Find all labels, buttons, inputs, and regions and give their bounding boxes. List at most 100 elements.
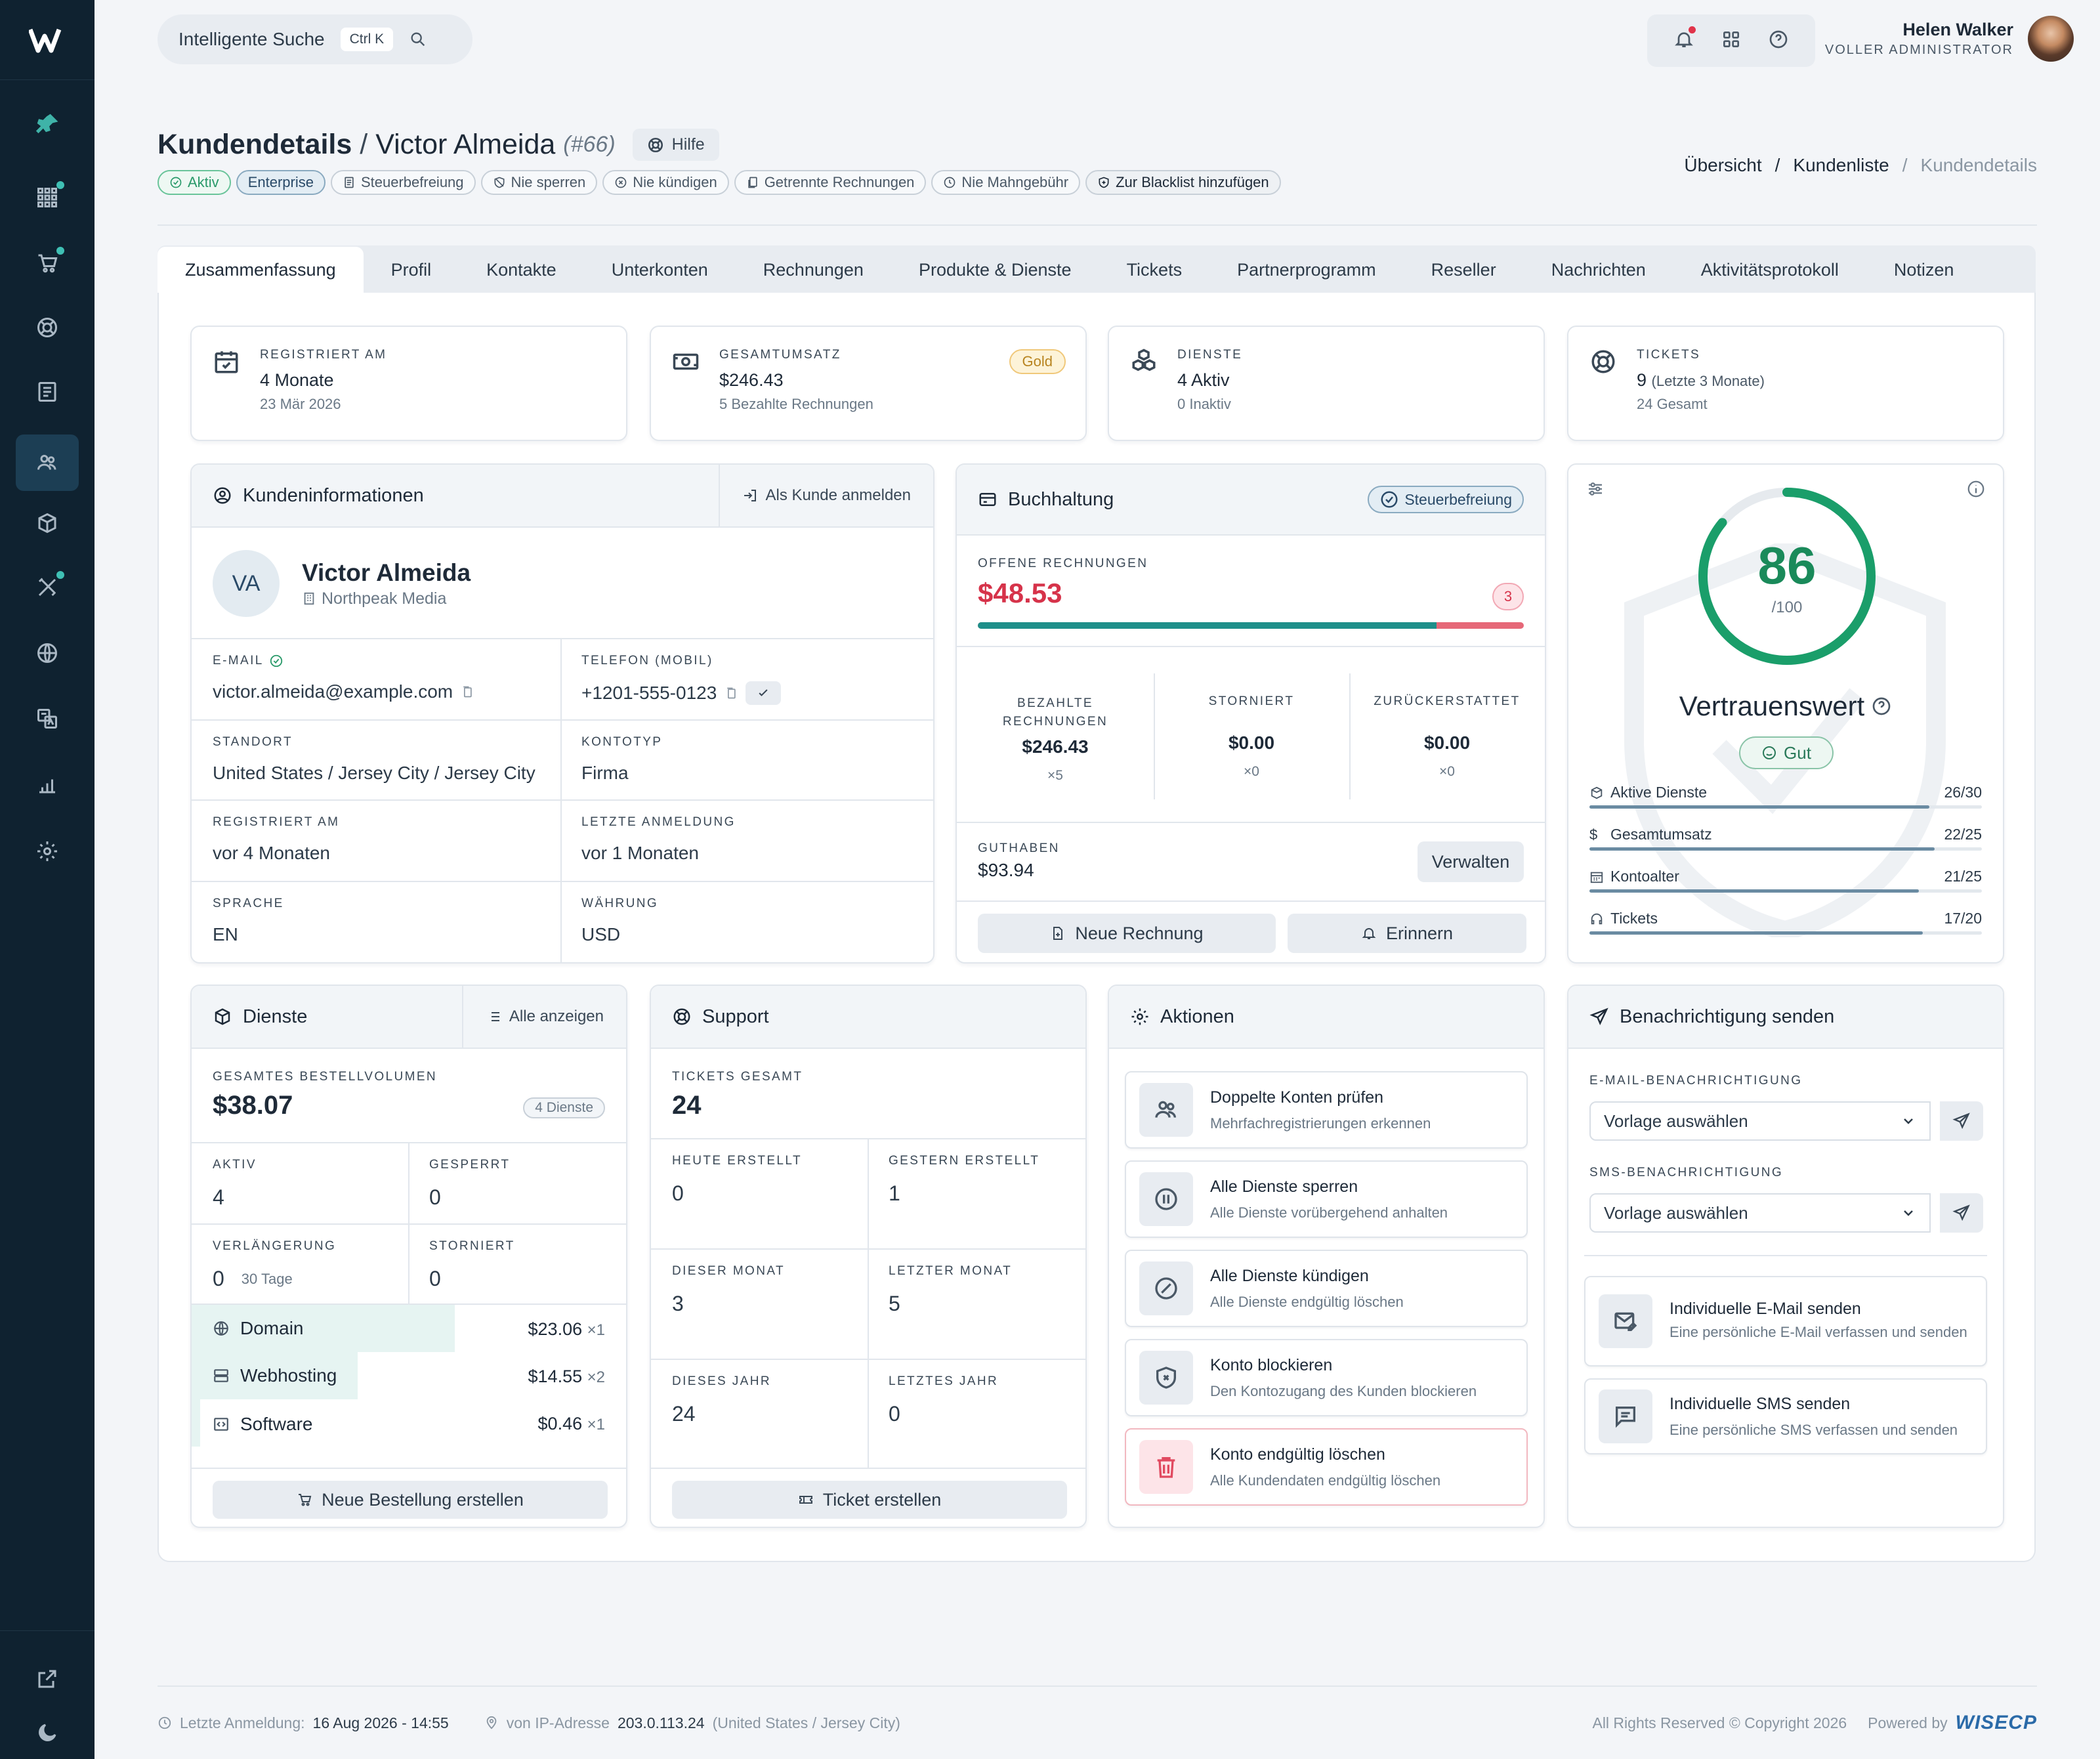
show-all-services-button[interactable]: Alle anzeigen — [461, 986, 626, 1048]
card-title: Dienste — [243, 1006, 308, 1027]
app-logo[interactable] — [0, 0, 94, 80]
tab-reseller[interactable]: Reseller — [1404, 247, 1524, 293]
add-to-blacklist-button[interactable]: Zur Blacklist hinzufügen — [1085, 170, 1281, 195]
dark-mode-moon-icon[interactable] — [16, 1705, 79, 1759]
box-icon[interactable] — [16, 495, 79, 551]
manage-credit-button[interactable]: Verwalten — [1418, 841, 1524, 882]
badge-never-suspend[interactable]: Nie sperren — [480, 170, 598, 195]
settings-gear-icon[interactable] — [16, 823, 79, 880]
custom-email-button[interactable]: Individuelle E-Mail senden Eine persönlic… — [1584, 1276, 1987, 1367]
invoices-progress-bar — [978, 622, 1524, 629]
box-icon — [215, 1008, 230, 1025]
send-email-button[interactable] — [1940, 1101, 1983, 1141]
user-menu[interactable]: Helen Walker VOLLER ADMINISTRATOR — [1825, 16, 2074, 62]
tab-contacts[interactable]: Kontakte — [459, 247, 584, 293]
smart-search[interactable]: Intelligente Suche Ctrl K — [158, 14, 472, 64]
dashboard-grid-icon[interactable] — [16, 169, 79, 226]
brand-logo[interactable]: WISECP — [1956, 1712, 2037, 1734]
divider — [192, 1468, 626, 1469]
tab-invoices[interactable]: Rechnungen — [736, 247, 891, 293]
delete-account-button[interactable]: Konto endgültig löschen Alle Kundendaten … — [1125, 1428, 1528, 1506]
create-ticket-button[interactable]: Ticket erstellen — [672, 1481, 1067, 1519]
suspend-all-services-button[interactable]: Alle Dienste sperren Alle Dienste vorüber… — [1125, 1160, 1528, 1238]
breadcrumb: Übersicht / Kundenliste / Kundendetails — [1684, 155, 2037, 176]
globe-icon[interactable] — [16, 625, 79, 681]
sidebar — [0, 0, 94, 1759]
lifebuoy-icon[interactable] — [16, 299, 79, 356]
breadcrumb-overview[interactable]: Übersicht — [1684, 155, 1761, 176]
mail-edit-icon — [1614, 1312, 1637, 1331]
check-duplicate-accounts-button[interactable]: Doppelte Konten prüfen Mehrfachregistrier… — [1125, 1071, 1528, 1149]
tab-messages[interactable]: Nachrichten — [1524, 247, 1673, 293]
notifications-bell-icon[interactable] — [1673, 26, 1696, 53]
email-value[interactable]: victor.almeida@example.com — [213, 681, 453, 702]
badge-separate-invoices[interactable]: Getrennte Rechnungen — [734, 170, 927, 195]
invoice-icon[interactable] — [16, 364, 79, 420]
tab-tickets[interactable]: Tickets — [1099, 247, 1210, 293]
info-icon[interactable] — [1966, 479, 1986, 499]
badge-active[interactable]: Aktiv — [158, 170, 231, 195]
sms-template-select[interactable]: Vorlage auswählen — [1589, 1193, 1931, 1233]
badge-never-late-fee[interactable]: Nie Mahngebühr — [931, 170, 1081, 195]
stat-label: DIESES JAHR — [672, 1374, 771, 1388]
service-row-webhosting[interactable]: Webhosting $14.55 ×2 — [192, 1352, 626, 1399]
stat-count: ×0 — [1244, 764, 1259, 779]
badge-enterprise[interactable]: Enterprise — [236, 170, 326, 195]
badge-tax-exempt[interactable]: Steuerbefreiung — [330, 170, 476, 195]
breadcrumb-customer-list[interactable]: Kundenliste — [1793, 155, 1889, 176]
bell-icon — [1362, 928, 1376, 939]
sliders-icon[interactable] — [1586, 479, 1605, 499]
block-account-button[interactable]: Konto blockieren Den Kontozugang des Kund… — [1125, 1339, 1528, 1416]
customers-icon[interactable] — [16, 434, 79, 491]
help-button[interactable]: Hilfe — [632, 129, 719, 161]
service-row-software[interactable]: Software $0.46 ×1 — [192, 1399, 626, 1447]
tab-subaccounts[interactable]: Unterkonten — [584, 247, 736, 293]
translate-icon[interactable] — [16, 690, 79, 747]
support-header: Support — [651, 986, 1085, 1049]
stat-value-note: (Letzte 3 Monate) — [1651, 373, 1765, 389]
apps-grid-icon[interactable] — [1721, 29, 1742, 53]
chevron-down-icon — [1904, 1210, 1913, 1216]
paid-invoices-stat: BEZAHLTE RECHNUNGEN $246.43 ×5 — [957, 694, 1154, 784]
tickets-yesterday: GESTERN ERSTELLT 1 — [868, 1138, 1060, 1206]
stat-label: GESPERRT — [429, 1158, 511, 1172]
tab-profile[interactable]: Profil — [364, 247, 459, 293]
email-template-select[interactable]: Vorlage auswählen — [1589, 1101, 1931, 1141]
copy-icon[interactable] — [724, 687, 738, 700]
login-as-customer-button[interactable]: Als Kunde anmelden — [718, 465, 933, 526]
terminate-all-services-button[interactable]: Alle Dienste kündigen Alle Dienste endgül… — [1125, 1250, 1528, 1327]
badge-never-terminate[interactable]: Nie kündigen — [602, 170, 729, 195]
pin-icon[interactable] — [16, 96, 79, 152]
last-login-value: 16 Aug 2026 - 14:55 — [312, 1714, 449, 1731]
custom-sms-button[interactable]: Individuelle SMS senden Eine persönliche … — [1584, 1378, 1987, 1454]
help-circle-icon[interactable] — [1768, 29, 1789, 53]
verify-phone-button[interactable] — [746, 681, 782, 705]
remind-button[interactable]: Erinnern — [1288, 914, 1526, 953]
tab-summary[interactable]: Zusammenfassung — [158, 247, 364, 293]
tab-products-services[interactable]: Produkte & Dienste — [891, 247, 1099, 293]
tools-icon[interactable] — [16, 559, 79, 616]
trust-title-label: Vertrauenswert — [1679, 690, 1865, 721]
field-last-login: LETZTE ANMELDUNG vor 1 Monaten — [560, 799, 757, 864]
stat-label: GESTERN ERSTELLT — [889, 1154, 1040, 1168]
stat-value: 4 Aktiv — [1177, 370, 1230, 390]
stat-count: ×5 — [1047, 768, 1063, 783]
external-link-icon[interactable] — [16, 1651, 79, 1707]
stat-label: BEZAHLTE RECHNUNGEN — [1002, 696, 1108, 729]
field-value: Firma — [581, 763, 629, 783]
reports-chart-icon[interactable] — [16, 756, 79, 813]
service-row-domain[interactable]: Domain $23.06 ×1 — [192, 1305, 626, 1352]
divider — [957, 646, 1545, 647]
check-circle-icon — [170, 177, 182, 188]
tab-affiliate[interactable]: Partnerprogramm — [1209, 247, 1404, 293]
new-order-button[interactable]: Neue Bestellung erstellen — [213, 1481, 608, 1519]
help-circle-icon[interactable] — [1871, 696, 1892, 717]
tab-notes[interactable]: Notizen — [1866, 247, 1982, 293]
new-invoice-button[interactable]: Neue Rechnung — [978, 914, 1276, 953]
tab-activity-log[interactable]: Aktivitätsprotokoll — [1673, 247, 1866, 293]
copy-icon[interactable] — [461, 685, 474, 698]
phone-value[interactable]: +1201-555-0123 — [581, 683, 717, 704]
cart-icon[interactable] — [16, 235, 79, 291]
action-desc: Eine persönliche SMS verfassen und sende… — [1670, 1421, 1958, 1438]
send-sms-button[interactable] — [1940, 1193, 1983, 1233]
